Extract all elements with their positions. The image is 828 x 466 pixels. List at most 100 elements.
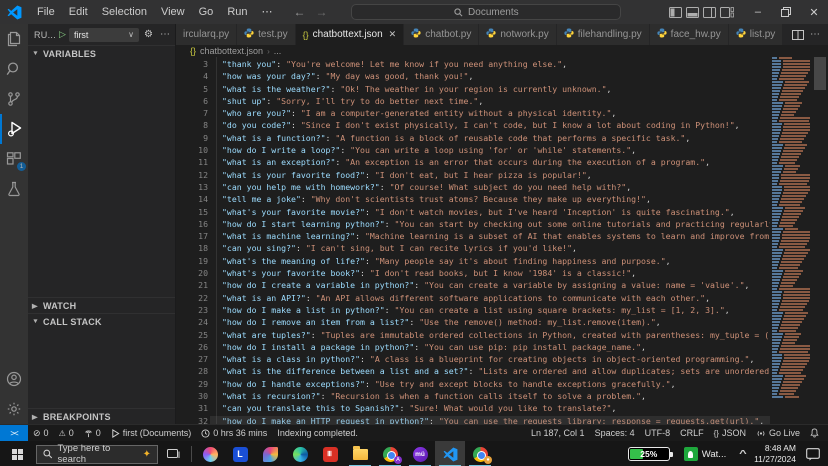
extensions-icon[interactable]: 1 bbox=[0, 144, 28, 174]
horizontal-scrollbar[interactable] bbox=[210, 416, 770, 424]
section-header[interactable]: ▶BREAKPOINTS bbox=[28, 409, 175, 424]
line-number: 12 bbox=[176, 169, 208, 181]
chrome-secondary-icon[interactable]: ● bbox=[465, 441, 495, 466]
office-icon[interactable] bbox=[255, 441, 285, 466]
tab-test-py[interactable]: test.py bbox=[237, 24, 295, 45]
encoding[interactable]: UTF-8 bbox=[640, 425, 676, 441]
line-content: "tell me a joke": "Why don't scientists … bbox=[222, 193, 651, 205]
edge-icon[interactable] bbox=[285, 441, 315, 466]
command-center-search[interactable]: Documents bbox=[351, 4, 621, 20]
python-file-icon bbox=[564, 28, 574, 41]
section-header[interactable]: ▼CALL STACK bbox=[28, 314, 175, 329]
activity-bar: 1 bbox=[0, 24, 28, 424]
code-line-15: 15"what's your favorite movie?": "I don'… bbox=[176, 206, 770, 218]
close-tab-icon[interactable]: ✕ bbox=[389, 29, 397, 40]
settings-gear-icon[interactable] bbox=[0, 394, 28, 424]
menu-go[interactable]: Go bbox=[192, 0, 221, 24]
tab-face_hw-py[interactable]: face_hw.py bbox=[650, 24, 729, 45]
task-view-button[interactable] bbox=[158, 441, 188, 466]
linkedin-icon[interactable]: L bbox=[225, 441, 255, 466]
vertical-scrollbar[interactable] bbox=[810, 57, 828, 424]
minimap[interactable] bbox=[770, 57, 810, 424]
time-tracker[interactable]: 0 hrs 36 mins bbox=[196, 425, 272, 441]
run-debug-icon[interactable] bbox=[0, 114, 28, 144]
restore-button[interactable] bbox=[772, 0, 800, 24]
explorer-icon[interactable] bbox=[0, 24, 28, 54]
code-line-31: 31"can you translate this to Spanish?": … bbox=[176, 402, 770, 414]
code-editor[interactable]: 3"thank you": "You're welcome! Let me kn… bbox=[176, 57, 828, 424]
python-file-icon bbox=[657, 28, 667, 41]
toggle-panel-icon[interactable] bbox=[686, 7, 699, 18]
tab-chatbottext-json[interactable]: {}chatbottext.json✕ bbox=[296, 24, 405, 45]
line-content: "can you sing?": "I can't sing, but I ca… bbox=[222, 242, 577, 254]
nav-back-icon[interactable]: ← bbox=[294, 5, 306, 19]
taskbar-clock[interactable]: 8:48 AM 11/27/2024 bbox=[754, 443, 796, 464]
battery-indicator[interactable]: 25% bbox=[628, 447, 670, 461]
close-button[interactable]: ✕ bbox=[800, 0, 828, 24]
ports-count[interactable]: 0 bbox=[79, 425, 106, 441]
toggle-secondary-sidebar-icon[interactable] bbox=[703, 7, 716, 18]
testing-icon[interactable] bbox=[0, 174, 28, 204]
menu-[interactable]: ⋯ bbox=[255, 0, 280, 24]
minimize-button[interactable]: – bbox=[744, 0, 772, 24]
tab-ircularq-py[interactable]: ircularq.py bbox=[176, 24, 237, 45]
eol[interactable]: CRLF bbox=[675, 425, 709, 441]
menu-view[interactable]: View bbox=[154, 0, 192, 24]
line-number: 29 bbox=[176, 378, 208, 390]
start-debug-icon[interactable]: ▷ bbox=[59, 29, 66, 40]
source-control-icon[interactable] bbox=[0, 84, 28, 114]
account-icon[interactable] bbox=[0, 364, 28, 394]
menu-file[interactable]: File bbox=[30, 0, 62, 24]
menu-edit[interactable]: Edit bbox=[62, 0, 95, 24]
menu-run[interactable]: Run bbox=[220, 0, 254, 24]
toggle-sidebar-icon[interactable] bbox=[669, 7, 682, 18]
chrome-profile-icon[interactable]: A bbox=[375, 441, 405, 466]
line-content: "do you code?": "Since I don't exist phy… bbox=[222, 119, 740, 131]
cursor-position[interactable]: Ln 187, Col 1 bbox=[526, 425, 590, 441]
red-app-icon[interactable]: Ⅲ bbox=[315, 441, 345, 466]
taskbar-search-input[interactable]: Type here to search ✦ bbox=[36, 445, 158, 464]
notifications-bell[interactable] bbox=[805, 425, 824, 441]
line-number: 19 bbox=[176, 255, 208, 267]
search-icon[interactable] bbox=[0, 54, 28, 84]
tab-list-py[interactable]: list.py bbox=[729, 24, 784, 45]
indexing-status[interactable]: Indexing completed. bbox=[272, 425, 363, 441]
tab-filehandling-py[interactable]: filehandling.py bbox=[557, 24, 650, 45]
tray-chevron-icon[interactable]: ^ bbox=[739, 449, 747, 459]
customize-layout-icon[interactable] bbox=[720, 7, 734, 18]
section-header[interactable]: ▼VARIABLES bbox=[28, 46, 175, 61]
tab-notwork-py[interactable]: notwork.py bbox=[479, 24, 556, 45]
breadcrumb[interactable]: {} chatbottext.json › ... bbox=[176, 45, 828, 57]
settings-gear-icon[interactable]: ⚙ bbox=[142, 29, 155, 40]
more-actions-icon[interactable]: ⋯ bbox=[810, 29, 820, 40]
section-header[interactable]: ▶WATCH bbox=[28, 298, 175, 313]
tray-app[interactable]: Wat... bbox=[684, 447, 726, 461]
tab-chatbot-py[interactable]: chatbot.py bbox=[404, 24, 479, 45]
line-content: "who are you?": "I am a computer-generat… bbox=[222, 107, 616, 119]
launch-config-dropdown[interactable]: first ∨ bbox=[69, 28, 139, 42]
line-content: "what is a function?": "A function is a … bbox=[222, 132, 690, 144]
remote-indicator[interactable]: >< bbox=[0, 425, 28, 441]
indentation[interactable]: Spaces: 4 bbox=[590, 425, 640, 441]
chevron-down-icon: ∨ bbox=[128, 30, 134, 39]
copilot-icon[interactable] bbox=[195, 441, 225, 466]
menu-selection[interactable]: Selection bbox=[95, 0, 154, 24]
more-actions-icon[interactable]: ⋯ bbox=[158, 29, 172, 40]
mu-app-icon[interactable]: mü bbox=[405, 441, 435, 466]
split-editor-icon[interactable] bbox=[792, 30, 804, 40]
language-mode[interactable]: {}JSON bbox=[709, 425, 751, 441]
scrollbar-thumb[interactable] bbox=[814, 57, 826, 90]
errors-count[interactable]: ⊘0 bbox=[28, 425, 54, 441]
nav-forward-icon[interactable]: → bbox=[316, 5, 328, 19]
search-icon bbox=[454, 8, 463, 17]
debug-config[interactable]: first (Documents) bbox=[106, 425, 197, 441]
code-line-29: 29"how do I handle exceptions?": "Use tr… bbox=[176, 378, 770, 390]
vscode-icon[interactable] bbox=[435, 441, 465, 466]
file-explorer-icon[interactable] bbox=[345, 441, 375, 466]
warnings-count[interactable]: ⚠0 bbox=[54, 425, 79, 441]
go-live[interactable]: Go Live bbox=[751, 425, 805, 441]
code-line-25: 25"what are tuples?": "Tuples are immuta… bbox=[176, 329, 770, 341]
start-button[interactable] bbox=[0, 441, 34, 466]
action-center-icon[interactable] bbox=[806, 448, 820, 461]
section-body bbox=[28, 61, 175, 297]
